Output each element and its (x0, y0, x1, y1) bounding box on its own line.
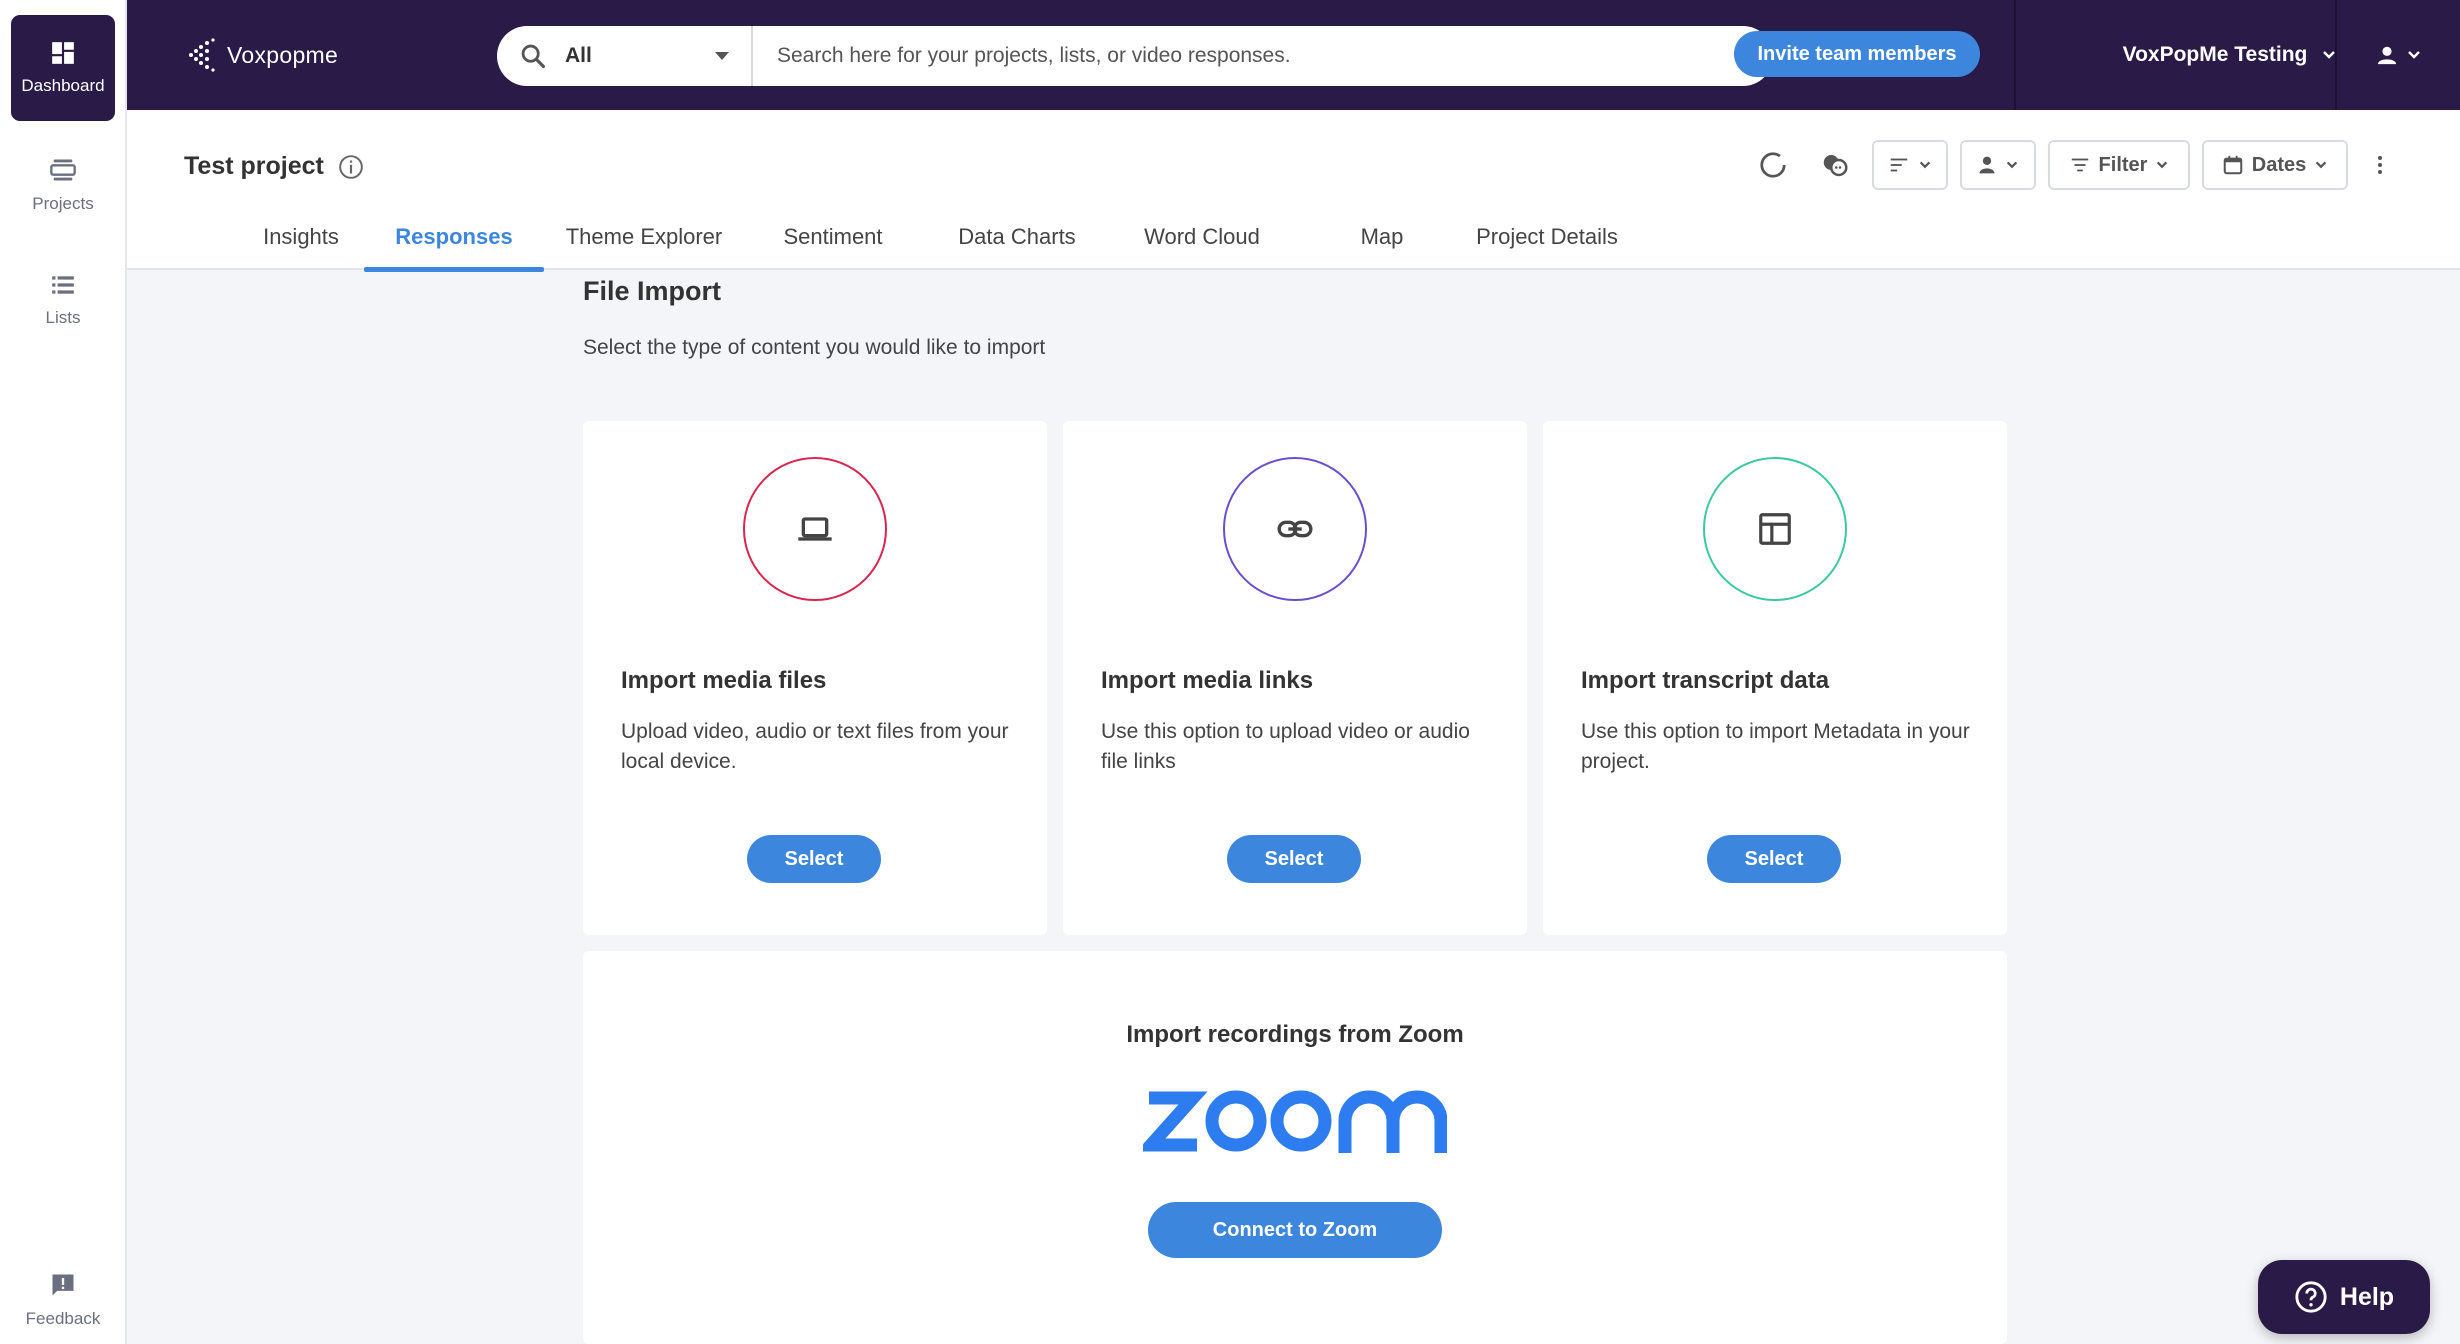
file-import-title: File Import (583, 276, 722, 306)
filter-dropdown[interactable]: Filter (2048, 140, 2190, 190)
sidebar-item-label: Feedback (25, 1309, 101, 1328)
select-transcript-data-button[interactable]: Select (1707, 835, 1841, 883)
zoom-import-card: Import recordings from Zoom zoom Connect… (583, 951, 2007, 1344)
person-icon (1979, 156, 1995, 174)
chevron-down-icon (2006, 161, 2018, 169)
icon-circle (1223, 457, 1367, 601)
more-options-button[interactable] (2360, 140, 2400, 190)
chevron-down-icon (2316, 161, 2327, 169)
info-icon[interactable] (338, 154, 364, 180)
sidebar-item-lists[interactable]: Lists (11, 247, 115, 353)
help-button[interactable]: Help (2258, 1260, 2430, 1334)
sidebar-item-projects[interactable]: Projects (11, 132, 115, 238)
zoom-card-title: Import recordings from Zoom (1126, 1021, 1464, 1048)
tab-insights[interactable]: Insights (221, 224, 381, 270)
import-media-files-card: Import media files Upload video, audio o… (583, 421, 1047, 935)
tab-responses[interactable]: Responses (364, 224, 544, 272)
invite-team-members-button[interactable]: Invite team members (1734, 31, 1980, 77)
sidebar-item-dashboard[interactable]: Dashboard (11, 15, 115, 121)
zoom-logo: zoom (1143, 1081, 1447, 1153)
top-bar: Voxpopme All Invite team members VoxPopM… (127, 0, 2460, 110)
caret-down-icon (715, 52, 729, 60)
sidebar-item-label: Lists (45, 308, 81, 327)
projects-icon (50, 159, 76, 181)
chevron-down-icon (1919, 161, 1931, 169)
zoom-logo-text: zoom (1143, 1081, 1146, 1082)
project-header: Test project Filter Dates Insights Respo… (127, 110, 2460, 272)
user-filter-dropdown[interactable] (1960, 140, 2036, 190)
chevron-down-icon (2407, 51, 2420, 59)
sort-icon (1890, 158, 1908, 172)
user-icon (2377, 46, 2396, 65)
import-media-links-card: Import media links Use this option to up… (1063, 421, 1527, 935)
tab-data-charts[interactable]: Data Charts (927, 224, 1107, 270)
sidebar-item-label: Dashboard (21, 76, 105, 95)
sidebar-item-label: Projects (32, 194, 94, 213)
calendar-icon (2223, 155, 2243, 175)
dates-label: Dates (2251, 153, 2307, 176)
left-sidebar: Dashboard Projects Lists Feedback (0, 0, 127, 1344)
file-import-subtitle: Select the type of content you would lik… (583, 336, 1046, 359)
workspace-name: VoxPopMe Testing (2122, 43, 2308, 66)
tab-theme-explorer[interactable]: Theme Explorer (547, 224, 741, 270)
project-tabs: Insights Responses Theme Explorer Sentim… (127, 224, 2460, 272)
search-scope-value: All (565, 44, 592, 67)
more-vertical-icon (2378, 156, 2382, 174)
sort-dropdown[interactable] (1872, 140, 1948, 190)
tab-word-cloud[interactable]: Word Cloud (1112, 224, 1292, 270)
refresh-button[interactable] (1748, 140, 1798, 190)
select-media-files-button[interactable]: Select (747, 835, 881, 883)
feedback-icon (52, 1274, 74, 1296)
select-media-links-button[interactable]: Select (1227, 835, 1361, 883)
loading-circle-icon (1760, 152, 1786, 178)
filter-label: Filter (2098, 153, 2148, 176)
search-scope-dropdown[interactable]: All (497, 26, 753, 86)
card-description: Use this option to import Metadata in yo… (1581, 720, 1970, 773)
chat-button[interactable] (1810, 140, 1860, 190)
card-description: Upload video, audio or text files from y… (621, 720, 1009, 773)
project-title-row: Test project (184, 152, 364, 181)
divider (2014, 0, 2016, 110)
user-menu[interactable] (2337, 0, 2460, 110)
search-bar: All (497, 26, 1773, 86)
chat-bubbles-icon (1823, 155, 1848, 177)
project-toolbar: Filter Dates (1748, 140, 2400, 190)
voxpopme-logo[interactable]: Voxpopme (187, 38, 338, 72)
card-title: Import media files (621, 667, 827, 694)
tab-project-details[interactable]: Project Details (1447, 224, 1647, 270)
voxpopme-logo-icon (189, 38, 215, 72)
connect-to-zoom-button[interactable]: Connect to Zoom (1148, 1202, 1442, 1258)
link-icon (1277, 520, 1313, 538)
card-description: Use this option to upload video or audio… (1101, 720, 1470, 773)
dashboard-icon (52, 42, 74, 64)
logo-text: Voxpopme (227, 41, 339, 68)
tab-sentiment[interactable]: Sentiment (753, 224, 913, 270)
help-label: Help (2339, 1282, 2395, 1311)
help-icon (2295, 1281, 2327, 1313)
list-icon (52, 276, 74, 294)
card-title: Import media links (1101, 667, 1314, 694)
table-icon (1759, 513, 1791, 545)
card-title: Import transcript data (1581, 667, 1830, 694)
chevron-down-icon (2157, 161, 2168, 169)
tab-map[interactable]: Map (1327, 224, 1437, 270)
import-transcript-data-card: Import transcript data Use this option t… (1543, 421, 2007, 935)
icon-circle (743, 457, 887, 601)
laptop-icon (798, 517, 832, 541)
search-icon (521, 44, 546, 69)
icon-circle (1703, 457, 1847, 601)
search-input[interactable] (753, 26, 1773, 86)
dates-dropdown[interactable]: Dates (2202, 140, 2348, 190)
sidebar-item-feedback[interactable]: Feedback (11, 1260, 115, 1340)
filter-icon (2071, 158, 2088, 172)
project-title: Test project (184, 152, 324, 180)
